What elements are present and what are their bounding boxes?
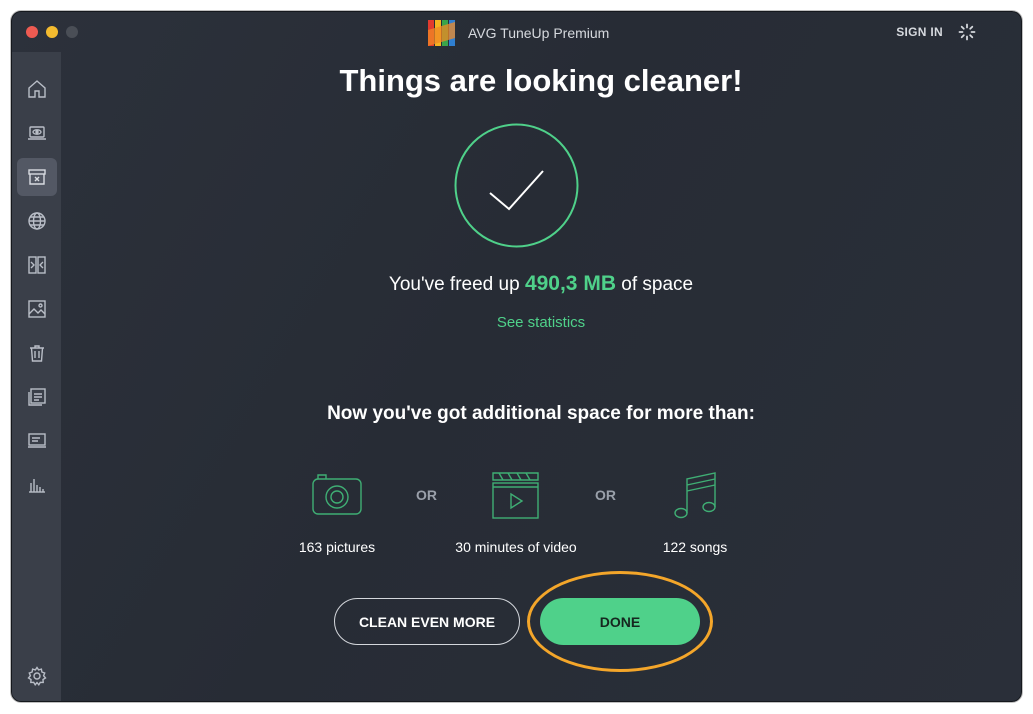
sidebar-item-apps[interactable] xyxy=(17,378,57,416)
page-title: Things are looking cleaner! xyxy=(339,63,743,98)
or-separator: OR xyxy=(416,487,437,503)
music-note-icon xyxy=(674,472,716,519)
or-separator: OR xyxy=(595,487,616,503)
pictures-label: 163 pictures xyxy=(298,539,376,555)
photo-icon xyxy=(28,300,46,318)
songs-label: 122 songs xyxy=(662,539,728,555)
duplicate-files-icon xyxy=(28,256,46,274)
sidebar-item-settings[interactable] xyxy=(17,657,57,695)
additional-space-heading: Now you've got additional space for more… xyxy=(327,403,755,424)
freed-prefix: You've freed up xyxy=(388,274,520,295)
bar-chart-icon xyxy=(29,479,45,493)
sidebar-item-cleaner[interactable] xyxy=(17,158,57,196)
sidebar-item-photos[interactable] xyxy=(17,290,57,328)
apps-list-icon xyxy=(28,388,46,406)
see-statistics-link[interactable]: See statistics xyxy=(61,314,1021,331)
done-button[interactable]: DONE xyxy=(540,598,700,645)
home-icon xyxy=(28,80,46,98)
sidebar-item-performance[interactable] xyxy=(17,114,57,152)
freed-space-message: You've freed up 490,3 MB of space xyxy=(61,272,1021,296)
sidebar xyxy=(12,52,61,701)
sidebar-item-uninstaller[interactable] xyxy=(17,334,57,372)
globe-icon xyxy=(28,212,46,230)
monitor-icon xyxy=(28,433,46,448)
clean-even-more-button[interactable]: CLEAN EVEN MORE xyxy=(334,598,520,645)
sidebar-item-statistics[interactable] xyxy=(17,466,57,504)
minimize-window-button[interactable] xyxy=(46,26,58,38)
main-content: Things are looking cleaner! You've freed… xyxy=(61,12,1021,701)
app-window: AVG TuneUp Premium SIGN IN Things are lo… xyxy=(11,11,1022,702)
gear-icon xyxy=(27,666,47,687)
archive-icon xyxy=(28,169,46,185)
close-window-button[interactable] xyxy=(26,26,38,38)
success-check-icon xyxy=(454,123,579,248)
sidebar-item-system[interactable] xyxy=(17,422,57,460)
sidebar-item-browser[interactable] xyxy=(17,202,57,240)
freed-suffix: of space xyxy=(621,274,694,295)
sidebar-item-duplicates[interactable] xyxy=(17,246,57,284)
sidebar-item-home[interactable] xyxy=(17,70,57,108)
video-label: 30 minutes of video xyxy=(455,539,577,555)
video-clapper-icon xyxy=(492,472,539,519)
freed-amount: 490,3 MB xyxy=(524,272,616,295)
laptop-eye-icon xyxy=(28,126,46,140)
camera-icon xyxy=(312,474,362,515)
trash-icon xyxy=(30,345,44,362)
